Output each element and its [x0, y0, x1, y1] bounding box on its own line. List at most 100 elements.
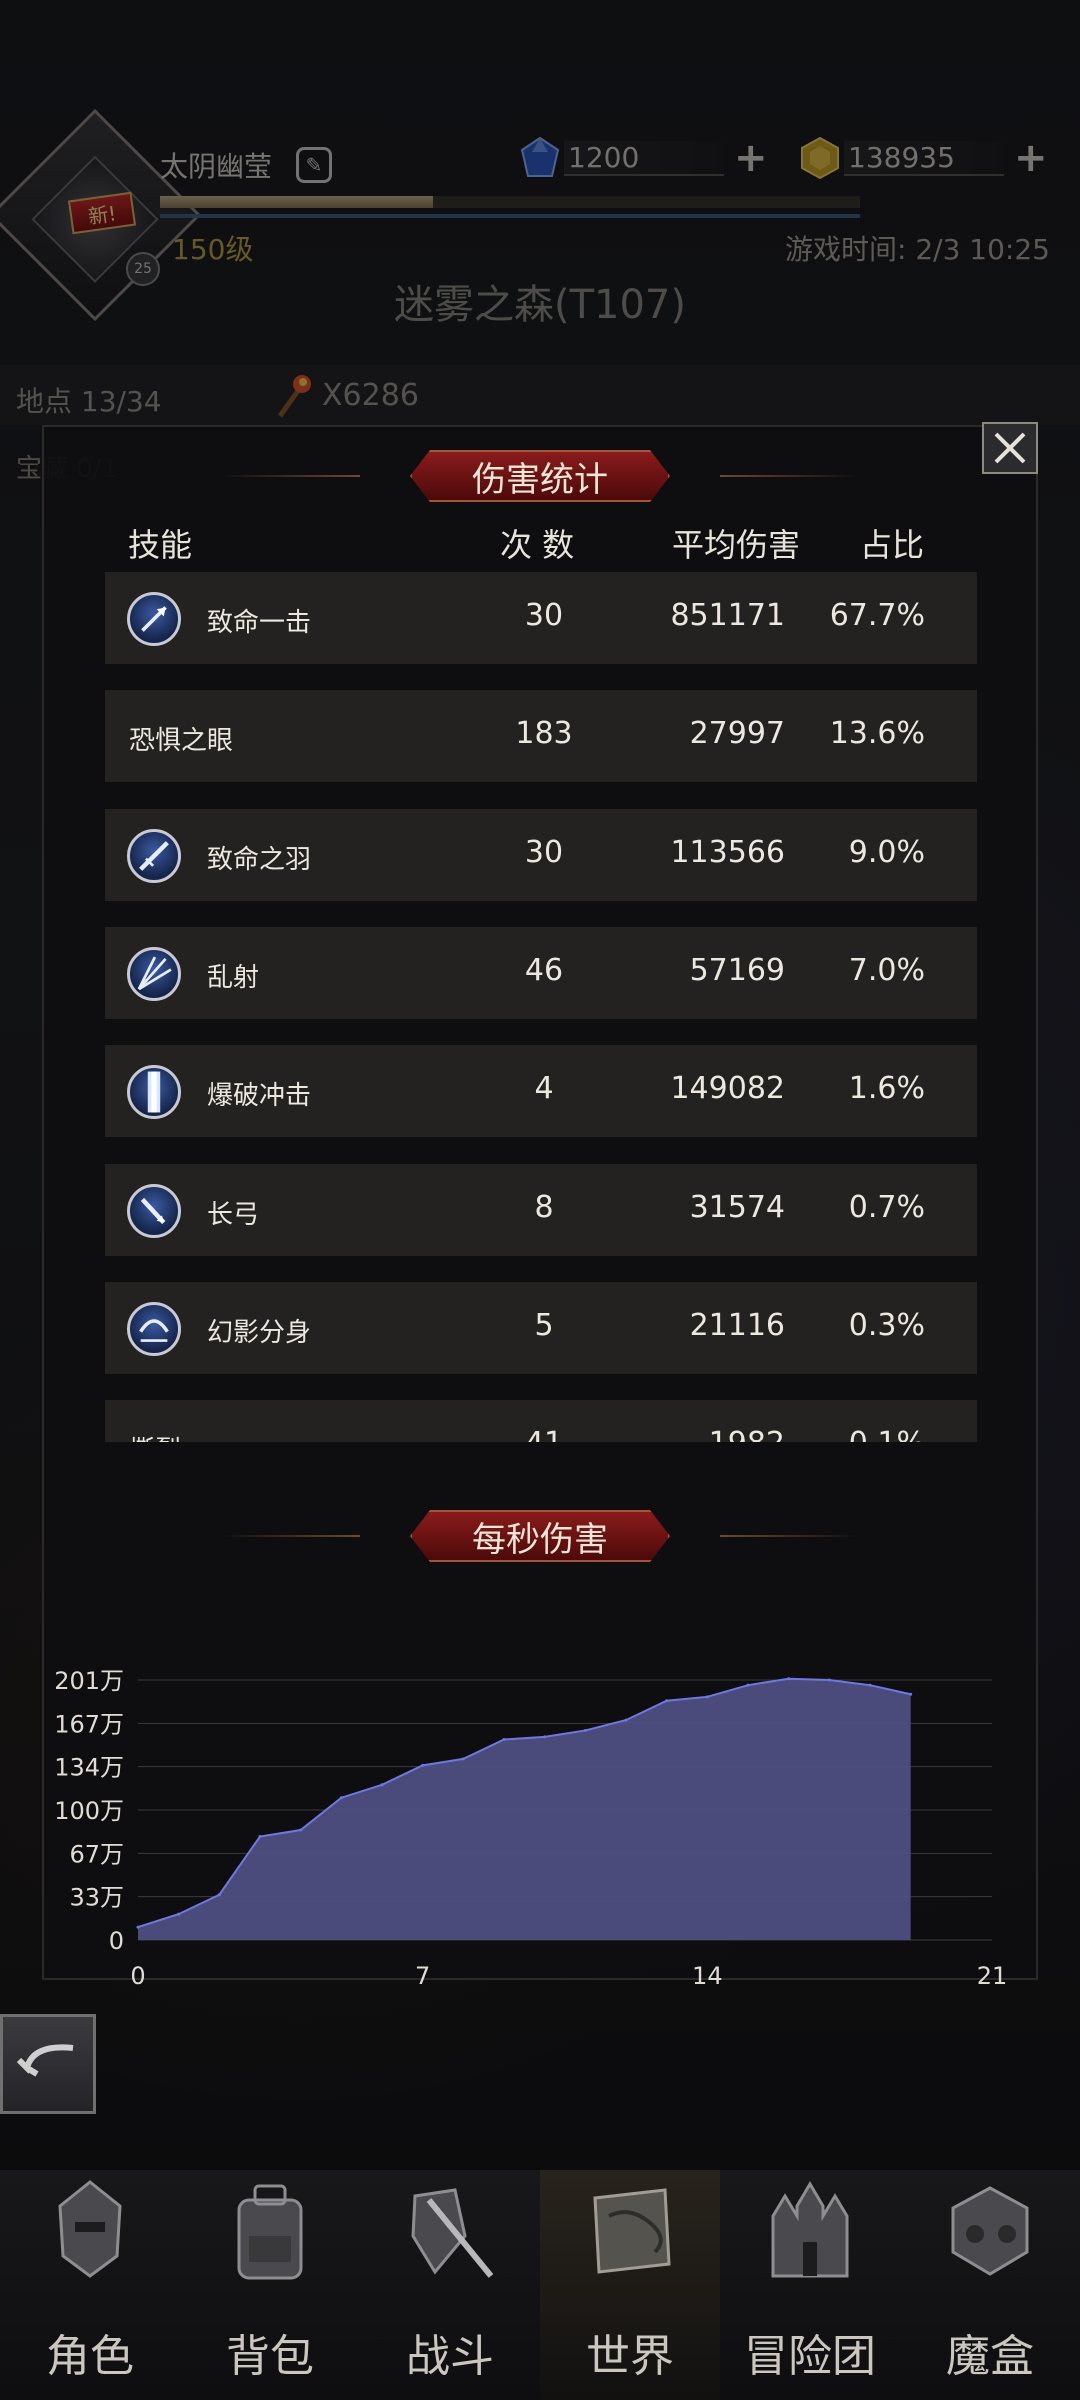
skill-percent: 7.0% [848, 953, 925, 988]
skill-name: 致命之羽 [207, 845, 312, 875]
arrow-strike-icon [127, 592, 181, 646]
nav-label: 背包 [226, 2331, 314, 2382]
skill-count: 183 [515, 716, 573, 751]
longbow-icon [127, 1184, 181, 1238]
skill-name: 爆破冲击 [207, 1081, 312, 1111]
phantom-icon [127, 1302, 181, 1356]
skill-name: 乱射 [207, 963, 260, 993]
back-arrow-icon [16, 2044, 74, 2077]
skill-count: 30 [524, 598, 564, 633]
y-tick-label: 201万 [54, 1667, 124, 1695]
dps-point [624, 1718, 628, 1722]
character-helmet-icon [58, 2180, 122, 2278]
table-row: 恐惧之眼 183 27997 13.6% [105, 690, 977, 782]
skill-count: 46 [524, 953, 564, 988]
damage-table[interactable]: 致命一击 30 851171 67.7% 恐惧之眼 183 27997 13.6… [105, 572, 977, 1442]
skill-percent: 1.6% [848, 1071, 925, 1106]
col-skill: 技能 [128, 526, 193, 564]
table-row: 致命一击 30 851171 67.7% [105, 572, 977, 664]
skill-count: 30 [524, 835, 564, 870]
skill-avg-damage: 851171 [670, 598, 785, 633]
close-button[interactable] [982, 422, 1038, 474]
world-map-icon [593, 2188, 671, 2274]
nav-battle[interactable]: 战斗 [360, 2170, 540, 2400]
dps-point [177, 1912, 181, 1916]
sword-shield-icon [411, 2188, 494, 2278]
skill-percent: 0.1% [805, 1426, 925, 1442]
table-row: 爆破冲击 4 149082 1.6% [105, 1045, 977, 1137]
nav-backpack[interactable]: 背包 [180, 2170, 360, 2400]
col-percent: 占比 [860, 526, 925, 564]
nav-world[interactable]: 世界 [540, 2170, 720, 2400]
y-tick-label: 0 [109, 1927, 124, 1955]
skill-name: 幻影分身 [207, 1318, 312, 1348]
dps-point [299, 1828, 303, 1832]
damage-stats-banner: 伤害统计 [220, 450, 860, 502]
skill-name: 撕裂 [129, 1430, 181, 1442]
multishot-icon [127, 947, 181, 1001]
dps-banner: 每秒伤害 [220, 1510, 860, 1562]
x-tick-label: 7 [415, 1962, 430, 1990]
skill-count: 41 [505, 1426, 583, 1442]
nav-character[interactable]: 角色 [0, 2170, 180, 2400]
dps-chart: 0 33万 67万 100万 134万 167万 201万 0 7 14 21 [54, 1667, 1007, 1990]
skill-percent: 67.7% [829, 598, 925, 633]
skill-avg-damage: 149082 [670, 1071, 785, 1106]
y-tick-label: 167万 [54, 1710, 124, 1738]
skill-name: 恐惧之眼 [129, 726, 234, 756]
dps-point [868, 1683, 872, 1687]
dps-point [705, 1695, 709, 1699]
blast-icon [127, 1065, 181, 1119]
dps-point [136, 1925, 140, 1929]
skill-avg-damage: 1982 [635, 1426, 785, 1442]
skill-percent: 0.3% [848, 1308, 925, 1343]
dps-area [138, 1678, 911, 1940]
col-count: 次 数 [500, 526, 575, 564]
dps-point [665, 1699, 669, 1703]
skill-percent: 13.6% [829, 716, 925, 751]
nav-label: 世界 [586, 2331, 674, 2382]
nav-label: 魔盒 [946, 2331, 1034, 2382]
nav-label: 冒险团 [744, 2331, 876, 2382]
nav-adventure-group[interactable]: 冒险团 [720, 2170, 900, 2400]
skill-count: 8 [534, 1190, 554, 1225]
castle-icon [771, 2181, 849, 2278]
skill-avg-damage: 113566 [670, 835, 785, 870]
feather-icon [127, 829, 181, 883]
damage-stats-title: 伤害统计 [410, 450, 670, 502]
y-tick-label: 67万 [69, 1840, 124, 1868]
dps-point [909, 1692, 913, 1696]
dps-point [380, 1783, 384, 1787]
skill-name: 长弓 [207, 1200, 260, 1230]
table-row: 乱射 46 57169 7.0% [105, 927, 977, 1019]
dps-point [583, 1728, 587, 1732]
skill-percent: 0.7% [848, 1190, 925, 1225]
y-tick-label: 134万 [54, 1754, 124, 1782]
dps-point [217, 1893, 221, 1897]
dps-point [502, 1738, 506, 1742]
table-row: 致命之羽 30 113566 9.0% [105, 809, 977, 901]
col-avg-damage: 平均伤害 [672, 526, 801, 564]
x-tick-label: 14 [692, 1962, 723, 1990]
skill-percent: 9.0% [848, 835, 925, 870]
dps-point [258, 1835, 262, 1839]
nav-magic-box[interactable]: 魔盒 [900, 2170, 1080, 2400]
nav-label: 战斗 [406, 2331, 494, 2382]
nav-label: 角色 [46, 2331, 134, 2382]
dps-point [543, 1735, 547, 1739]
y-tick-label: 100万 [54, 1797, 124, 1825]
skill-avg-damage: 57169 [689, 953, 785, 988]
table-row: 幻影分身 5 21116 0.3% [105, 1282, 977, 1374]
skill-count: 4 [534, 1071, 554, 1106]
x-tick-label: 0 [130, 1962, 145, 1990]
magic-box-icon [951, 2186, 1029, 2276]
table-row: 长弓 8 31574 0.7% [105, 1164, 977, 1256]
table-row: 撕裂 41 1982 0.1% [105, 1400, 977, 1442]
y-tick-label: 33万 [69, 1884, 124, 1912]
skill-avg-damage: 27997 [689, 716, 785, 751]
dps-point [339, 1796, 343, 1800]
backpack-icon [237, 2184, 303, 2280]
skill-count: 5 [534, 1308, 554, 1343]
dps-point [827, 1678, 831, 1682]
back-button[interactable] [0, 2014, 96, 2114]
